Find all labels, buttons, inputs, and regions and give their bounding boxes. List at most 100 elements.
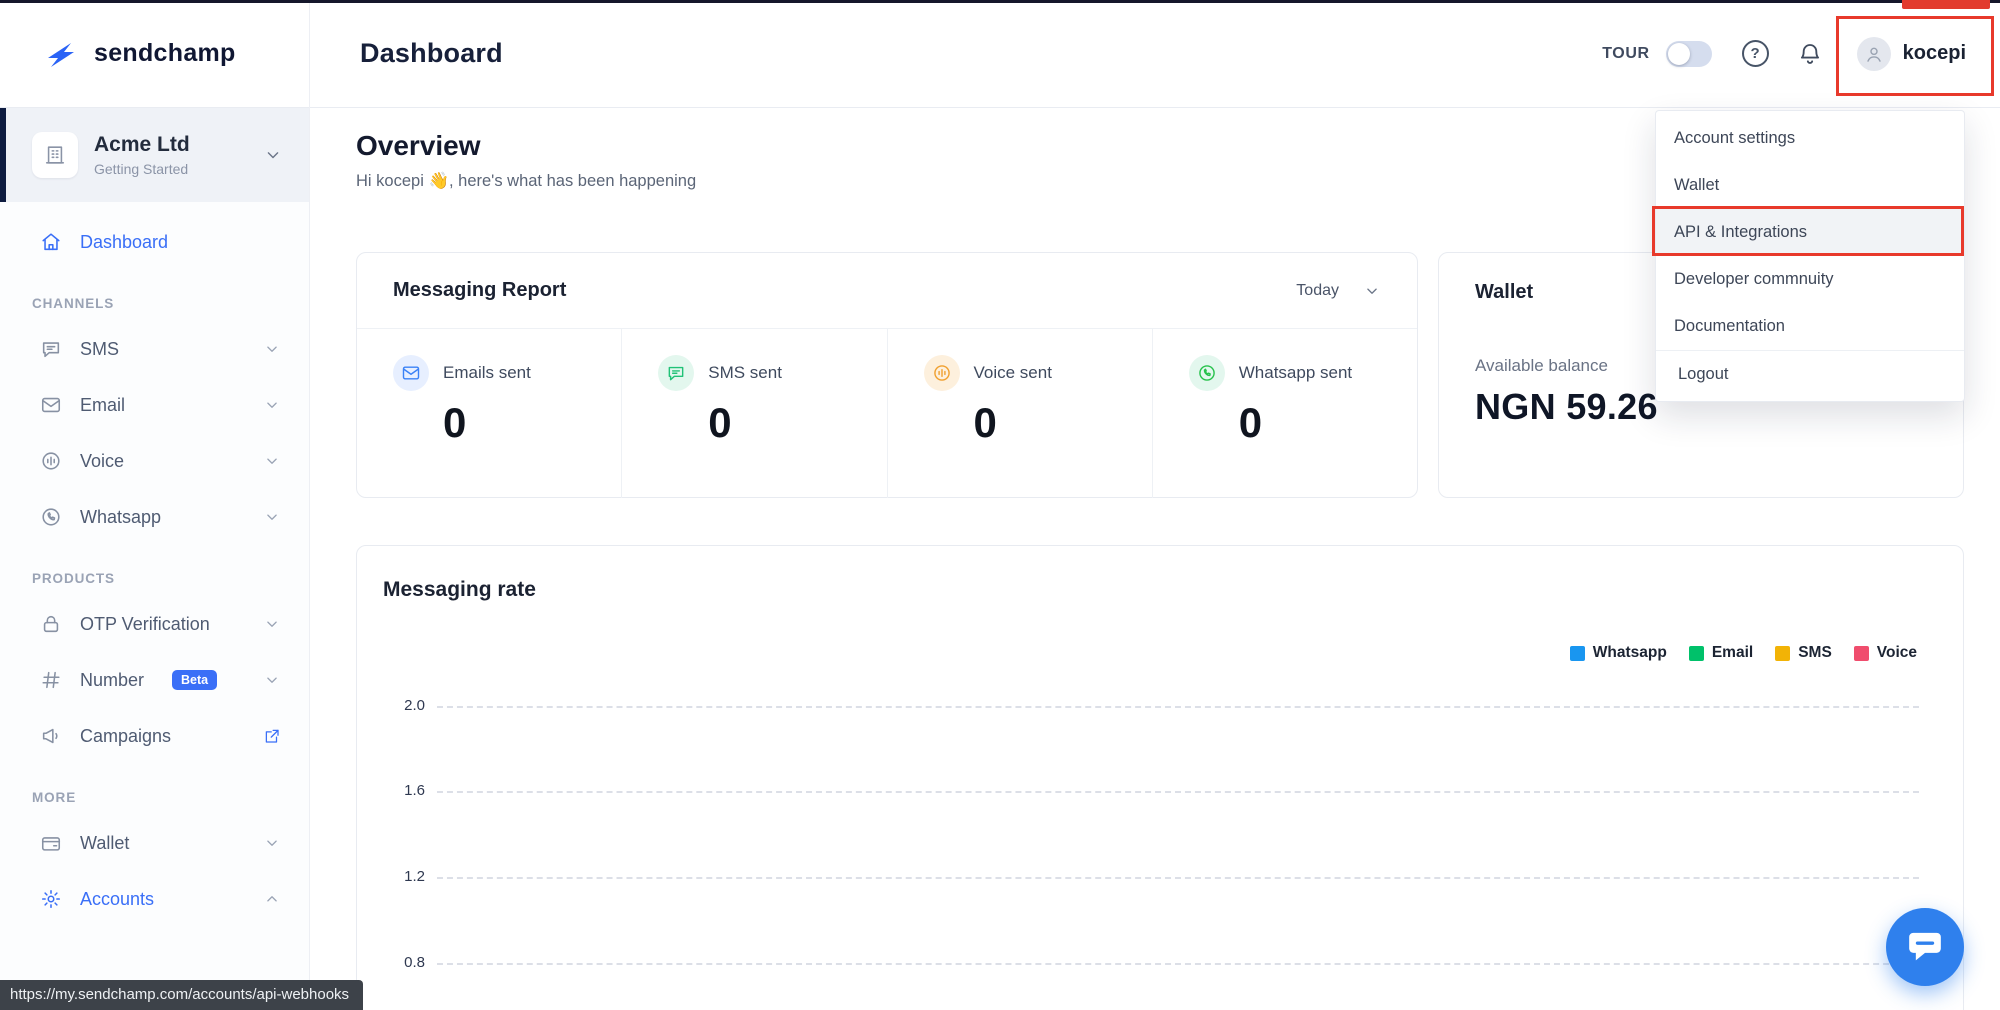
sendchamp-logo[interactable]: sendchamp (0, 0, 309, 108)
menu-item-logout[interactable]: Logout (1656, 350, 1964, 397)
topbar: Dashboard TOUR ? kocepi (310, 0, 2000, 108)
logo-text: sendchamp (94, 39, 236, 68)
envelope-icon (40, 394, 62, 416)
workspace-subtitle: Getting Started (94, 161, 190, 177)
messaging-report-stats: Emails sent 0 SMS sent 0 Voice sent (357, 329, 1417, 498)
sms-chat-icon (658, 355, 694, 391)
sidebar-item-whatsapp[interactable]: Whatsapp (0, 489, 309, 545)
nav-label: Voice (80, 451, 124, 472)
nav-label: Whatsapp (80, 507, 161, 528)
hash-icon (40, 669, 62, 691)
username: kocepi (1903, 42, 1966, 65)
chevron-down-icon (1363, 282, 1381, 300)
stat-label: SMS sent (708, 363, 782, 383)
y-axis-tick: 2.0 (365, 697, 425, 714)
chart-legend: Whatsapp Email SMS Voice (1570, 644, 1917, 662)
nav-label: Dashboard (80, 232, 168, 253)
beta-badge: Beta (172, 670, 217, 690)
sidebar-item-dashboard[interactable]: Dashboard (0, 214, 309, 270)
external-link-icon (263, 727, 281, 745)
chat-widget-button[interactable] (1886, 908, 1964, 986)
gridline (437, 791, 1919, 793)
sidebar-section-more: MORE (0, 764, 309, 815)
sidebar-item-accounts[interactable]: Accounts (0, 871, 309, 927)
whatsapp-icon (1189, 355, 1225, 391)
messaging-rate-card: Messaging rate Whatsapp Email SMS Voice (356, 545, 1964, 1010)
workspace-switcher[interactable]: Acme Ltd Getting Started (0, 108, 309, 202)
sendchamp-dashboard-screen: sendchamp Acme Ltd Getting Started Dashb… (0, 0, 2000, 1010)
chevron-down-icon (263, 834, 281, 852)
lock-icon (40, 613, 62, 635)
stat-emails-sent: Emails sent 0 (357, 329, 621, 498)
sidebar-item-wallet[interactable]: Wallet (0, 815, 309, 871)
nav-label: Email (80, 395, 125, 416)
legend-label: SMS (1798, 644, 1832, 662)
legend-label: Voice (1877, 644, 1917, 662)
chevron-down-icon (263, 452, 281, 470)
sidebar-item-number[interactable]: Number Beta (0, 652, 309, 708)
chevron-down-icon (263, 396, 281, 414)
workspace-meta: Acme Ltd Getting Started (94, 133, 190, 177)
workspace-name: Acme Ltd (94, 133, 190, 157)
nav-label: Number (80, 670, 144, 691)
legend-swatch-sms (1775, 646, 1790, 661)
period-value: Today (1296, 282, 1339, 300)
sidebar-item-sms[interactable]: SMS (0, 321, 309, 377)
sidebar: sendchamp Acme Ltd Getting Started Dashb… (0, 0, 310, 1010)
sidebar-section-channels: CHANNELS (0, 270, 309, 321)
wallet-icon (40, 832, 62, 854)
bell-icon[interactable] (1797, 41, 1823, 67)
nav-label: SMS (80, 339, 119, 360)
legend-swatch-whatsapp (1570, 646, 1585, 661)
gridline (437, 877, 1919, 879)
legend-swatch-email (1689, 646, 1704, 661)
gridline (437, 963, 1919, 965)
user-menu-trigger[interactable]: kocepi (1857, 37, 1966, 71)
stat-whatsapp-sent: Whatsapp sent 0 (1152, 329, 1417, 498)
sidebar-nav: Dashboard CHANNELS SMS Email Voice Whats… (0, 202, 309, 927)
menu-item-documentation[interactable]: Documentation (1656, 303, 1964, 350)
menu-item-api-integrations[interactable]: API & Integrations (1656, 209, 1964, 256)
messaging-report-header: Messaging Report Today (357, 253, 1417, 329)
nav-label: Wallet (80, 833, 129, 854)
sidebar-item-otp-verification[interactable]: OTP Verification (0, 596, 309, 652)
building-icon (32, 132, 78, 178)
tour-toggle[interactable] (1666, 41, 1712, 67)
window-top-edge (0, 0, 2000, 3)
toggle-knob (1668, 43, 1690, 65)
stat-value: 0 (708, 399, 886, 447)
home-icon (40, 231, 62, 253)
sidebar-item-campaigns[interactable]: Campaigns (0, 708, 309, 764)
stat-label: Emails sent (443, 363, 531, 383)
stat-value: 0 (443, 399, 621, 447)
stat-label: Voice sent (974, 363, 1052, 383)
legend-label: Whatsapp (1593, 644, 1667, 662)
nav-label: Accounts (80, 889, 154, 910)
chart-title: Messaging rate (383, 578, 536, 602)
menu-item-wallet[interactable]: Wallet (1656, 162, 1964, 209)
chevron-down-icon (263, 145, 283, 165)
stat-voice-sent: Voice sent 0 (887, 329, 1152, 498)
menu-item-account-settings[interactable]: Account settings (1656, 115, 1964, 162)
legend-item-whatsapp: Whatsapp (1570, 644, 1667, 662)
period-dropdown[interactable]: Today (1296, 282, 1381, 300)
help-icon[interactable]: ? (1742, 40, 1769, 67)
y-axis-tick: 0.8 (365, 954, 425, 971)
whatsapp-icon (40, 506, 62, 528)
y-axis-tick: 1.6 (365, 782, 425, 799)
page-title: Dashboard (360, 38, 503, 69)
tour-label: TOUR (1602, 45, 1649, 63)
legend-item-voice: Voice (1854, 644, 1917, 662)
sms-chat-icon (40, 338, 62, 360)
gridline (437, 706, 1919, 708)
legend-item-sms: SMS (1775, 644, 1832, 662)
chevron-up-icon (263, 890, 281, 908)
envelope-icon (393, 355, 429, 391)
sidebar-item-email[interactable]: Email (0, 377, 309, 433)
overview-title: Overview (356, 130, 696, 162)
overview-header: Overview Hi kocepi 👋, here's what has be… (356, 130, 696, 191)
menu-item-developer-community[interactable]: Developer commnuity (1656, 256, 1964, 303)
chevron-down-icon (263, 615, 281, 633)
sidebar-item-voice[interactable]: Voice (0, 433, 309, 489)
chevron-down-icon (263, 671, 281, 689)
